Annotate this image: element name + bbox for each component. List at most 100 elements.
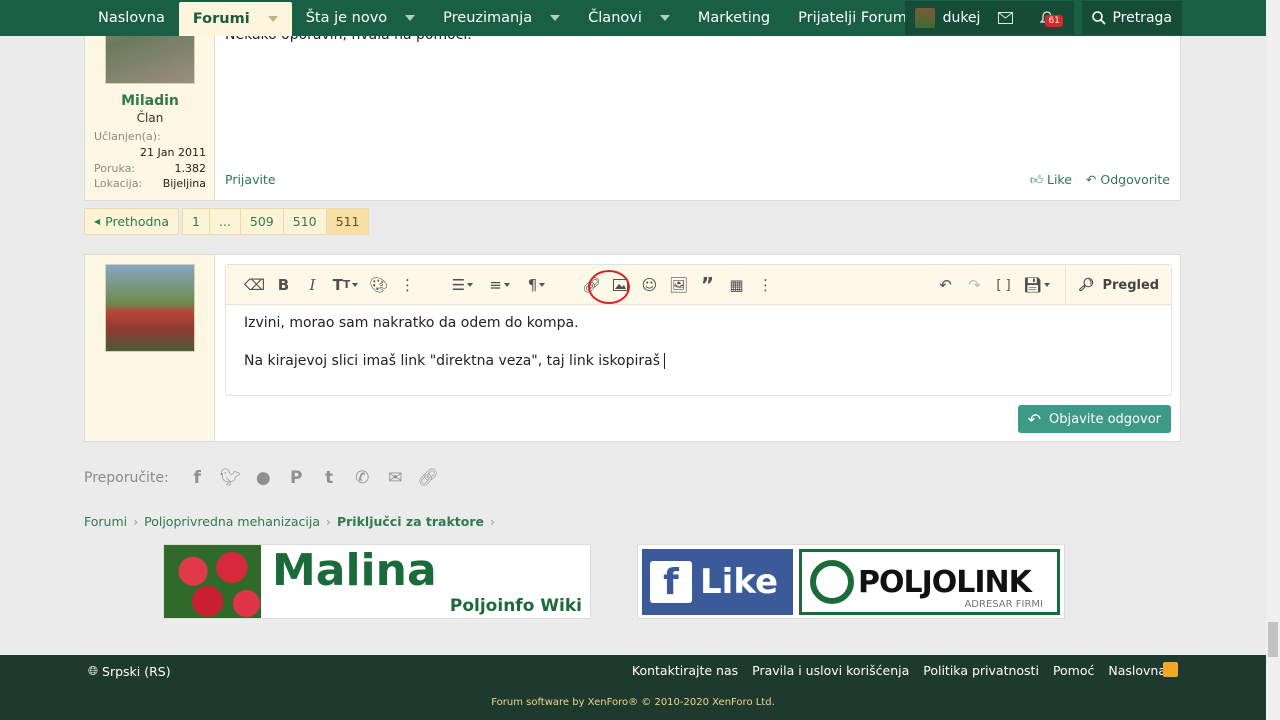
page-511-current[interactable]: 511 xyxy=(325,208,370,235)
username: dukej xyxy=(942,10,981,26)
breadcrumb-item-current[interactable]: Priključci za traktore xyxy=(337,514,484,529)
avatar xyxy=(914,8,935,28)
page-510[interactable]: 510 xyxy=(282,208,327,235)
facebook-icon[interactable]: f xyxy=(181,468,214,488)
scrollbar-thumb[interactable] xyxy=(1268,622,1278,657)
nav-tab-whats-new[interactable]: Šta je novo xyxy=(292,0,429,36)
footer-link-help[interactable]: Pomoć xyxy=(1053,663,1094,678)
tumblr-icon[interactable]: t xyxy=(313,468,346,488)
user-menu[interactable]: dukej 61 xyxy=(904,1,1075,35)
editor-line: Izvini, morao sam nakratko da odem do ko… xyxy=(244,315,579,331)
post-reply-button[interactable]: ↶ Objavite odgovor xyxy=(1017,405,1171,433)
malina-banner[interactable]: Malina Poljoinfo Wiki xyxy=(163,544,591,619)
envelope-icon[interactable] xyxy=(988,12,1022,24)
more-vertical-icon[interactable]: ⋮ xyxy=(393,273,422,297)
nav-tab-members[interactable]: Članovi xyxy=(574,0,684,36)
footer-link-home[interactable]: Naslovna xyxy=(1108,663,1166,678)
nav-tab-forums[interactable]: Forumi xyxy=(178,2,292,36)
italic-icon[interactable]: I xyxy=(298,273,327,297)
bbcode-toggle-icon[interactable]: [ ] xyxy=(989,273,1018,297)
chevron-down-icon[interactable] xyxy=(550,15,561,21)
whatsapp-icon[interactable]: ✆ xyxy=(346,468,379,488)
prev-page-button[interactable]: ◀ Prethodna xyxy=(84,208,180,235)
poljolink-logo-icon xyxy=(810,560,854,604)
preview-icon: 🔎︎ xyxy=(1077,277,1095,293)
reply-icon: ↶ xyxy=(1027,409,1041,429)
more-vertical-icon[interactable]: ⋮ xyxy=(751,273,780,297)
author-role: Član xyxy=(136,111,164,125)
rss-icon[interactable] xyxy=(1163,662,1178,677)
footer-link-privacy[interactable]: Politika privatnosti xyxy=(923,663,1039,678)
pinterest-icon[interactable]: P xyxy=(280,468,313,488)
chevron-down-icon[interactable] xyxy=(267,16,278,22)
align-icon[interactable]: ≡ xyxy=(481,273,518,297)
twitter-icon[interactable]: 🐦︎ xyxy=(214,468,247,488)
location-label: Lokacija: xyxy=(94,177,143,190)
author-name[interactable]: Miladin xyxy=(85,93,215,109)
posts-label: Poruka: xyxy=(94,162,136,175)
search-icon xyxy=(1092,11,1107,25)
paragraph-icon[interactable]: ¶ xyxy=(518,273,555,297)
page-scrollbar[interactable] xyxy=(1266,0,1280,720)
email-icon[interactable]: ✉ xyxy=(379,468,412,488)
bold-icon[interactable]: B xyxy=(269,273,298,297)
posts-value: 1.382 xyxy=(174,162,207,175)
media-icon[interactable]: 🖼︎ xyxy=(664,273,693,297)
palette-icon[interactable]: 🎨︎ xyxy=(364,273,393,297)
footer-link-terms[interactable]: Pravila i uslovi korišćenja xyxy=(752,663,909,678)
quick-reply: ⌫ B I TT 🎨︎ ⋮ ☰ ≡ ¶ 🔗︎ ☺ 🖼︎ ” ▦ ⋮ ↶ ↷ [… xyxy=(84,254,1181,442)
eraser-icon[interactable]: ⌫ xyxy=(240,273,269,297)
table-icon[interactable]: ▦ xyxy=(722,273,751,297)
editor-line: Na kirajevoj slici imaš link "direktna v… xyxy=(244,353,1153,373)
list-icon[interactable]: ☰ xyxy=(444,273,481,297)
text-size-icon[interactable]: TT xyxy=(327,273,364,297)
reddit-icon[interactable]: ● xyxy=(247,468,280,488)
top-navigation: Naslovna Forumi Šta je novo Preuzimanja … xyxy=(0,0,1266,36)
nav-tab-downloads[interactable]: Preuzimanja xyxy=(429,0,574,36)
annotation-circle xyxy=(588,270,630,304)
footer-link-contact[interactable]: Kontaktirajte nas xyxy=(632,663,738,678)
reply-author-sidebar xyxy=(85,255,215,441)
editor-content[interactable]: Izvini, morao sam nakratko da odem do ko… xyxy=(226,305,1171,383)
undo-icon[interactable]: ↶ xyxy=(931,273,960,297)
reply-button[interactable]: ↶ Odgovorite xyxy=(1086,172,1170,188)
smiley-icon[interactable]: ☺ xyxy=(635,273,664,297)
quote-icon[interactable]: ” xyxy=(693,273,722,297)
page-1[interactable]: 1 xyxy=(182,208,210,235)
preview-button[interactable]: 🔎︎ Pregled xyxy=(1065,265,1171,305)
page-ellipsis[interactable]: ... xyxy=(208,208,241,235)
facebook-icon: f xyxy=(650,561,692,603)
nav-tab-home[interactable]: Naslovna xyxy=(84,0,179,36)
chevron-right-icon: › xyxy=(133,514,139,529)
chevron-left-icon: ◀ xyxy=(94,217,101,226)
bell-icon[interactable]: 61 xyxy=(1030,10,1064,27)
link-icon[interactable]: 🔗︎ xyxy=(412,468,445,488)
thumbs-up-icon: 👍︎ xyxy=(1029,172,1044,187)
editor-toolbar: ⌫ B I TT 🎨︎ ⋮ ☰ ≡ ¶ 🔗︎ ☺ 🖼︎ ” ▦ ⋮ ↶ ↷ [… xyxy=(226,265,1171,305)
share-bar: Preporučite: f 🐦︎ ● P t ✆ ✉ 🔗︎ xyxy=(84,468,445,488)
language-selector[interactable]: 🌐︎ Srpski (RS) xyxy=(88,663,171,679)
report-link[interactable]: Prijavite xyxy=(225,172,276,187)
chevron-down-icon[interactable] xyxy=(405,15,416,21)
breadcrumb: Forumi › Poljoprivredna mehanizacija › P… xyxy=(84,514,495,529)
reply-icon: ↶ xyxy=(1085,172,1097,187)
poljolink-banner[interactable]: f Like POLJOLINK ADRESAR FIRMI xyxy=(637,544,1065,619)
page-footer: 🌐︎ Srpski (RS) Kontaktirajte nas Pravila… xyxy=(0,655,1266,720)
redo-icon[interactable]: ↷ xyxy=(960,273,989,297)
facebook-like-banner[interactable]: f Like xyxy=(642,549,793,615)
poljolink-logo[interactable]: POLJOLINK ADRESAR FIRMI xyxy=(799,549,1060,615)
search-button[interactable]: Pretraga xyxy=(1082,1,1182,35)
alerts-badge: 61 xyxy=(1045,14,1063,27)
page-509[interactable]: 509 xyxy=(239,208,284,235)
pagination: ◀ Prethodna 1 ... 509 510 511 xyxy=(84,208,370,235)
drafts-icon[interactable]: 💾︎ xyxy=(1018,273,1055,297)
breadcrumb-item[interactable]: Poljoprivredna mehanizacija xyxy=(144,514,320,529)
banner-subtitle: Poljoinfo Wiki xyxy=(449,596,582,616)
chevron-right-icon: › xyxy=(490,514,495,529)
like-button[interactable]: 👍︎ Like xyxy=(1030,172,1072,188)
breadcrumb-item[interactable]: Forumi xyxy=(84,514,127,529)
copyright-text: Forum software by XenForo® © 2010-2020 X… xyxy=(491,697,775,708)
nav-tab-marketing[interactable]: Marketing xyxy=(684,0,784,36)
joined-value: 21 Jan 2011 xyxy=(140,146,206,159)
chevron-down-icon[interactable] xyxy=(659,15,670,21)
